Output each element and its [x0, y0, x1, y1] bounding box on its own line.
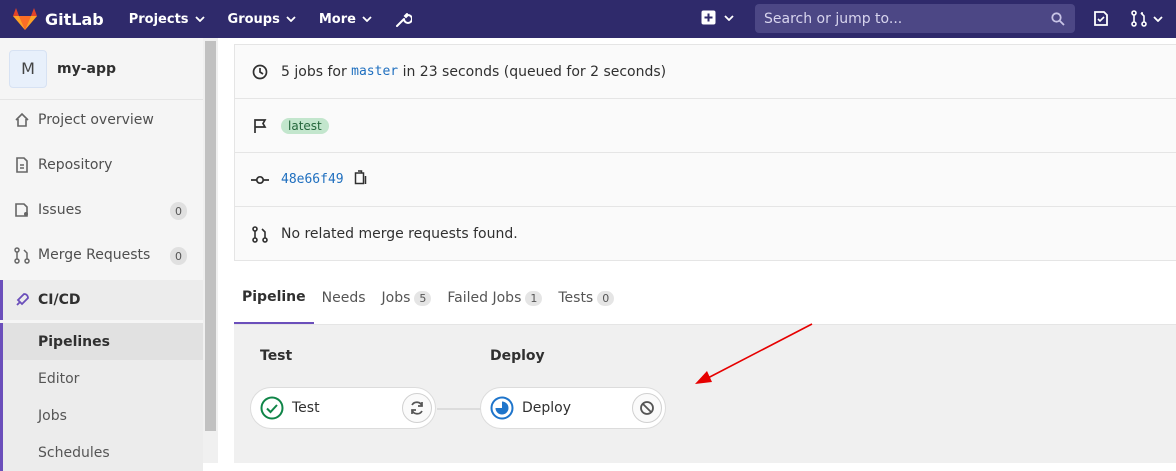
- sidebar-subitem-editor[interactable]: Editor: [0, 360, 203, 397]
- issues-icon: [14, 202, 30, 218]
- sidebar-item-label: Repository: [38, 157, 113, 173]
- gitlab-logo[interactable]: GitLab: [12, 7, 104, 31]
- brand-name: GitLab: [45, 9, 104, 29]
- tab-pipeline[interactable]: Pipeline: [234, 272, 314, 324]
- tab-count-badge: 0: [597, 290, 615, 306]
- sidebar-subitem-pipelines[interactable]: Pipelines: [0, 323, 203, 360]
- sidebar-subitem-schedules[interactable]: Schedules: [0, 434, 203, 471]
- pipeline-duration-row: 5 jobs for master in 23 seconds (queued …: [235, 45, 1176, 99]
- project-avatar: M: [9, 49, 47, 88]
- search-input[interactable]: Search or jump to...: [755, 4, 1075, 33]
- commit-sha-link[interactable]: 48e66f49: [281, 172, 344, 187]
- duration-text: in 23 seconds (queued for 2 seconds): [402, 63, 667, 80]
- job-name: Test: [292, 400, 320, 416]
- sidebar-item-label: Project overview: [38, 112, 154, 128]
- tab-needs[interactable]: Needs: [314, 272, 374, 324]
- todo-icon: [1094, 11, 1108, 26]
- stage-title-deploy: Deploy: [490, 348, 545, 364]
- more-menu-label: More: [318, 11, 356, 27]
- tab-failed-jobs[interactable]: Failed Jobs 1: [439, 272, 550, 324]
- sidebar-item-label: Issues: [38, 202, 82, 218]
- chevron-down-icon: [362, 16, 372, 22]
- document-icon: [14, 157, 30, 173]
- sidebar-subitem-jobs[interactable]: Jobs: [0, 397, 203, 434]
- merge-requests-nav-button[interactable]: [1131, 10, 1163, 27]
- commit-row: 48e66f49: [235, 153, 1176, 207]
- wrench-icon: [395, 12, 412, 27]
- job-name: Deploy: [522, 400, 572, 416]
- project-name: my-app: [57, 60, 117, 77]
- plus-square-icon: [701, 10, 716, 25]
- groups-menu[interactable]: Groups: [228, 12, 296, 27]
- status-success-icon: [260, 396, 284, 420]
- tab-label: Needs: [321, 290, 366, 306]
- sidebar-item-merge-requests[interactable]: Merge Requests 0: [0, 235, 203, 275]
- projects-menu-label: Projects: [128, 11, 189, 27]
- tab-count-badge: 5: [414, 290, 432, 306]
- job-test[interactable]: Test: [250, 387, 436, 429]
- sidebar-item-issues[interactable]: Issues 0: [0, 190, 203, 230]
- annotation-arrow-icon: [695, 323, 813, 384]
- sidebar-item-repository[interactable]: Repository: [0, 145, 203, 185]
- sidebar-item-cicd[interactable]: CI/CD: [0, 280, 203, 320]
- tab-count-badge: 1: [525, 290, 543, 306]
- stage-connector: [437, 408, 483, 410]
- search-placeholder: Search or jump to...: [764, 10, 903, 27]
- home-icon: [14, 112, 30, 128]
- branch-link[interactable]: master: [351, 64, 398, 79]
- sidebar-item-label: CI/CD: [38, 292, 81, 308]
- tab-tests[interactable]: Tests 0: [550, 272, 622, 324]
- job-deploy[interactable]: Deploy: [480, 387, 666, 429]
- pipeline-info-box: 5 jobs for master in 23 seconds (queued …: [234, 44, 1176, 261]
- clock-icon: [251, 64, 269, 80]
- cancel-button[interactable]: [632, 393, 662, 423]
- merge-request-icon: [14, 246, 30, 264]
- status-running-icon: [490, 396, 514, 420]
- top-navbar: GitLab Projects Groups More Search or ju…: [0, 0, 1176, 38]
- retry-button[interactable]: [402, 393, 432, 423]
- no-merge-requests-text: No related merge requests found.: [281, 226, 518, 242]
- sidebar-item-project-overview[interactable]: Project overview: [0, 100, 203, 140]
- merge-request-icon: [1131, 10, 1147, 27]
- tab-label: Tests: [558, 290, 594, 306]
- latest-badge: latest: [281, 117, 329, 134]
- sidebar-scrollbar-thumb[interactable]: [205, 41, 216, 431]
- copy-icon[interactable]: [354, 170, 367, 189]
- sidebar-item-label: Merge Requests: [38, 247, 151, 263]
- merge-requests-count-badge: 0: [170, 247, 187, 265]
- cancel-icon: [640, 401, 654, 415]
- jobs-count-text: 5 jobs for: [281, 63, 347, 80]
- issues-count-badge: 0: [170, 202, 187, 220]
- tab-label: Jobs: [381, 290, 411, 306]
- chevron-down-icon: [1153, 15, 1163, 22]
- retry-icon: [411, 401, 423, 415]
- groups-menu-label: Groups: [227, 11, 280, 27]
- search-icon: [1051, 11, 1065, 26]
- tanuki-icon: [13, 8, 37, 30]
- stage-title-test: Test: [260, 348, 293, 364]
- commit-icon: [251, 174, 269, 186]
- todos-button[interactable]: [1093, 10, 1109, 31]
- chevron-down-icon: [286, 16, 296, 22]
- merge-request-icon: [251, 225, 269, 243]
- chevron-down-icon: [724, 14, 734, 21]
- new-item-dropdown[interactable]: [701, 10, 734, 25]
- project-sidebar: M my-app Project overview Repository Iss…: [0, 38, 218, 471]
- pipeline-tags-row: latest: [235, 99, 1176, 153]
- pipeline-tabs: Pipeline Needs Jobs 5 Failed Jobs 1 Test…: [234, 273, 1176, 325]
- tab-jobs[interactable]: Jobs 5: [374, 272, 440, 324]
- flag-icon: [251, 118, 269, 134]
- rocket-icon: [14, 292, 30, 308]
- projects-menu[interactable]: Projects: [129, 12, 205, 27]
- more-menu[interactable]: More: [319, 12, 372, 27]
- project-header[interactable]: M my-app: [0, 38, 203, 100]
- admin-wrench-button[interactable]: [395, 11, 412, 28]
- tab-label: Failed Jobs: [447, 290, 522, 306]
- tab-label: Pipeline: [242, 289, 306, 305]
- merge-requests-row: No related merge requests found.: [235, 207, 1176, 261]
- chevron-down-icon: [194, 16, 205, 22]
